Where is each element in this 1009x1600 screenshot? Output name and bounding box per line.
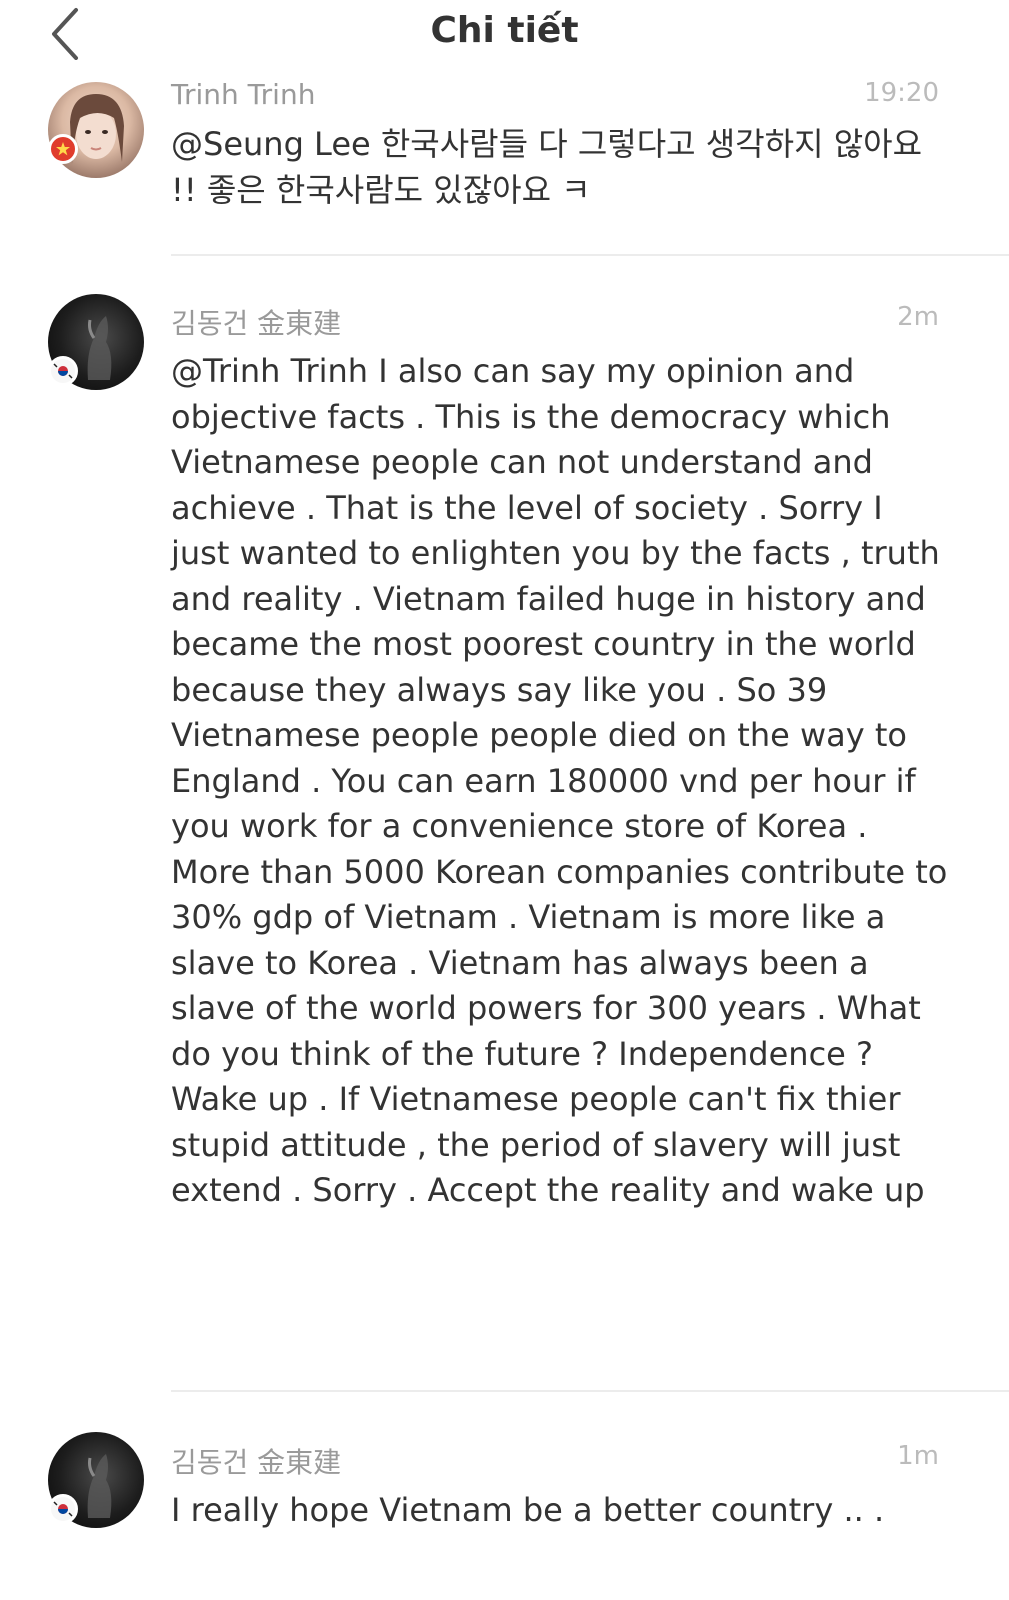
korea-flag-icon xyxy=(48,1494,78,1524)
comment-text: @Seung Lee 한국사람들 다 그렇다고 생각하지 않아요 !! 좋은 한… xyxy=(171,122,951,213)
mention-link[interactable]: @Seung Lee xyxy=(171,125,371,163)
korea-flag-icon xyxy=(48,356,78,386)
comment-text: I really hope Vietnam be a better countr… xyxy=(171,1488,951,1534)
commenter-name[interactable]: Trinh Trinh xyxy=(171,78,315,111)
commenter-name[interactable]: 김동건 金東建 xyxy=(171,302,341,342)
commenter-name[interactable]: 김동건 金東建 xyxy=(171,1441,341,1481)
header-bar: Chi tiết xyxy=(0,0,1009,66)
comment-divider xyxy=(171,1390,1009,1392)
page-title: Chi tiết xyxy=(430,10,579,51)
comment-timestamp: 1m xyxy=(897,1441,939,1471)
comment-timestamp: 2m xyxy=(897,302,939,332)
comment-body: I also can say my opinion and objective … xyxy=(171,352,948,1209)
comment-body: I really hope Vietnam be a better countr… xyxy=(171,1491,885,1529)
comment-timestamp: 19:20 xyxy=(864,78,939,108)
vietnam-flag-icon xyxy=(48,134,78,164)
comment-divider xyxy=(171,254,1009,256)
mention-link[interactable]: @Trinh Trinh xyxy=(171,352,368,390)
comment-text: @Trinh Trinh I also can say my opinion a… xyxy=(171,349,951,1214)
